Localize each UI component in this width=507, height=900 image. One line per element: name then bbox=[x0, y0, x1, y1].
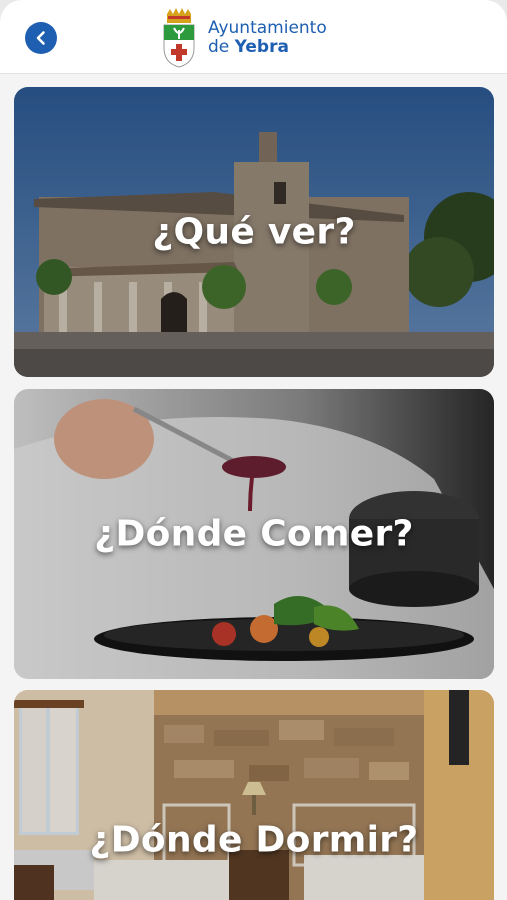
card-title: ¿Dónde Comer? bbox=[94, 513, 414, 555]
town-logo: Ayuntamiento de Yebra bbox=[160, 8, 327, 68]
hotel-room-photo bbox=[14, 690, 494, 900]
coat-of-arms-icon bbox=[163, 8, 195, 68]
logo-town-name: Yebra bbox=[234, 37, 289, 57]
logo-line-2-prefix: de bbox=[208, 37, 235, 57]
back-button[interactable] bbox=[25, 22, 57, 54]
logo-line-2: de Yebra bbox=[208, 38, 327, 57]
app-screen: Ayuntamiento de Yebra ¿Qué ver? ¿Dónde C… bbox=[0, 0, 507, 900]
logo-line-1: Ayuntamiento bbox=[208, 18, 327, 39]
card-que-ver[interactable]: ¿Qué ver? bbox=[14, 87, 494, 377]
app-header: Ayuntamiento de Yebra bbox=[0, 0, 507, 74]
chevron-left-icon bbox=[36, 31, 45, 45]
card-title: ¿Qué ver? bbox=[152, 211, 356, 253]
card-donde-comer[interactable]: ¿Dónde Comer? bbox=[14, 389, 494, 679]
card-donde-dormir[interactable]: ¿Dónde Dormir? bbox=[14, 690, 494, 900]
card-title: ¿Dónde Dormir? bbox=[89, 819, 419, 861]
